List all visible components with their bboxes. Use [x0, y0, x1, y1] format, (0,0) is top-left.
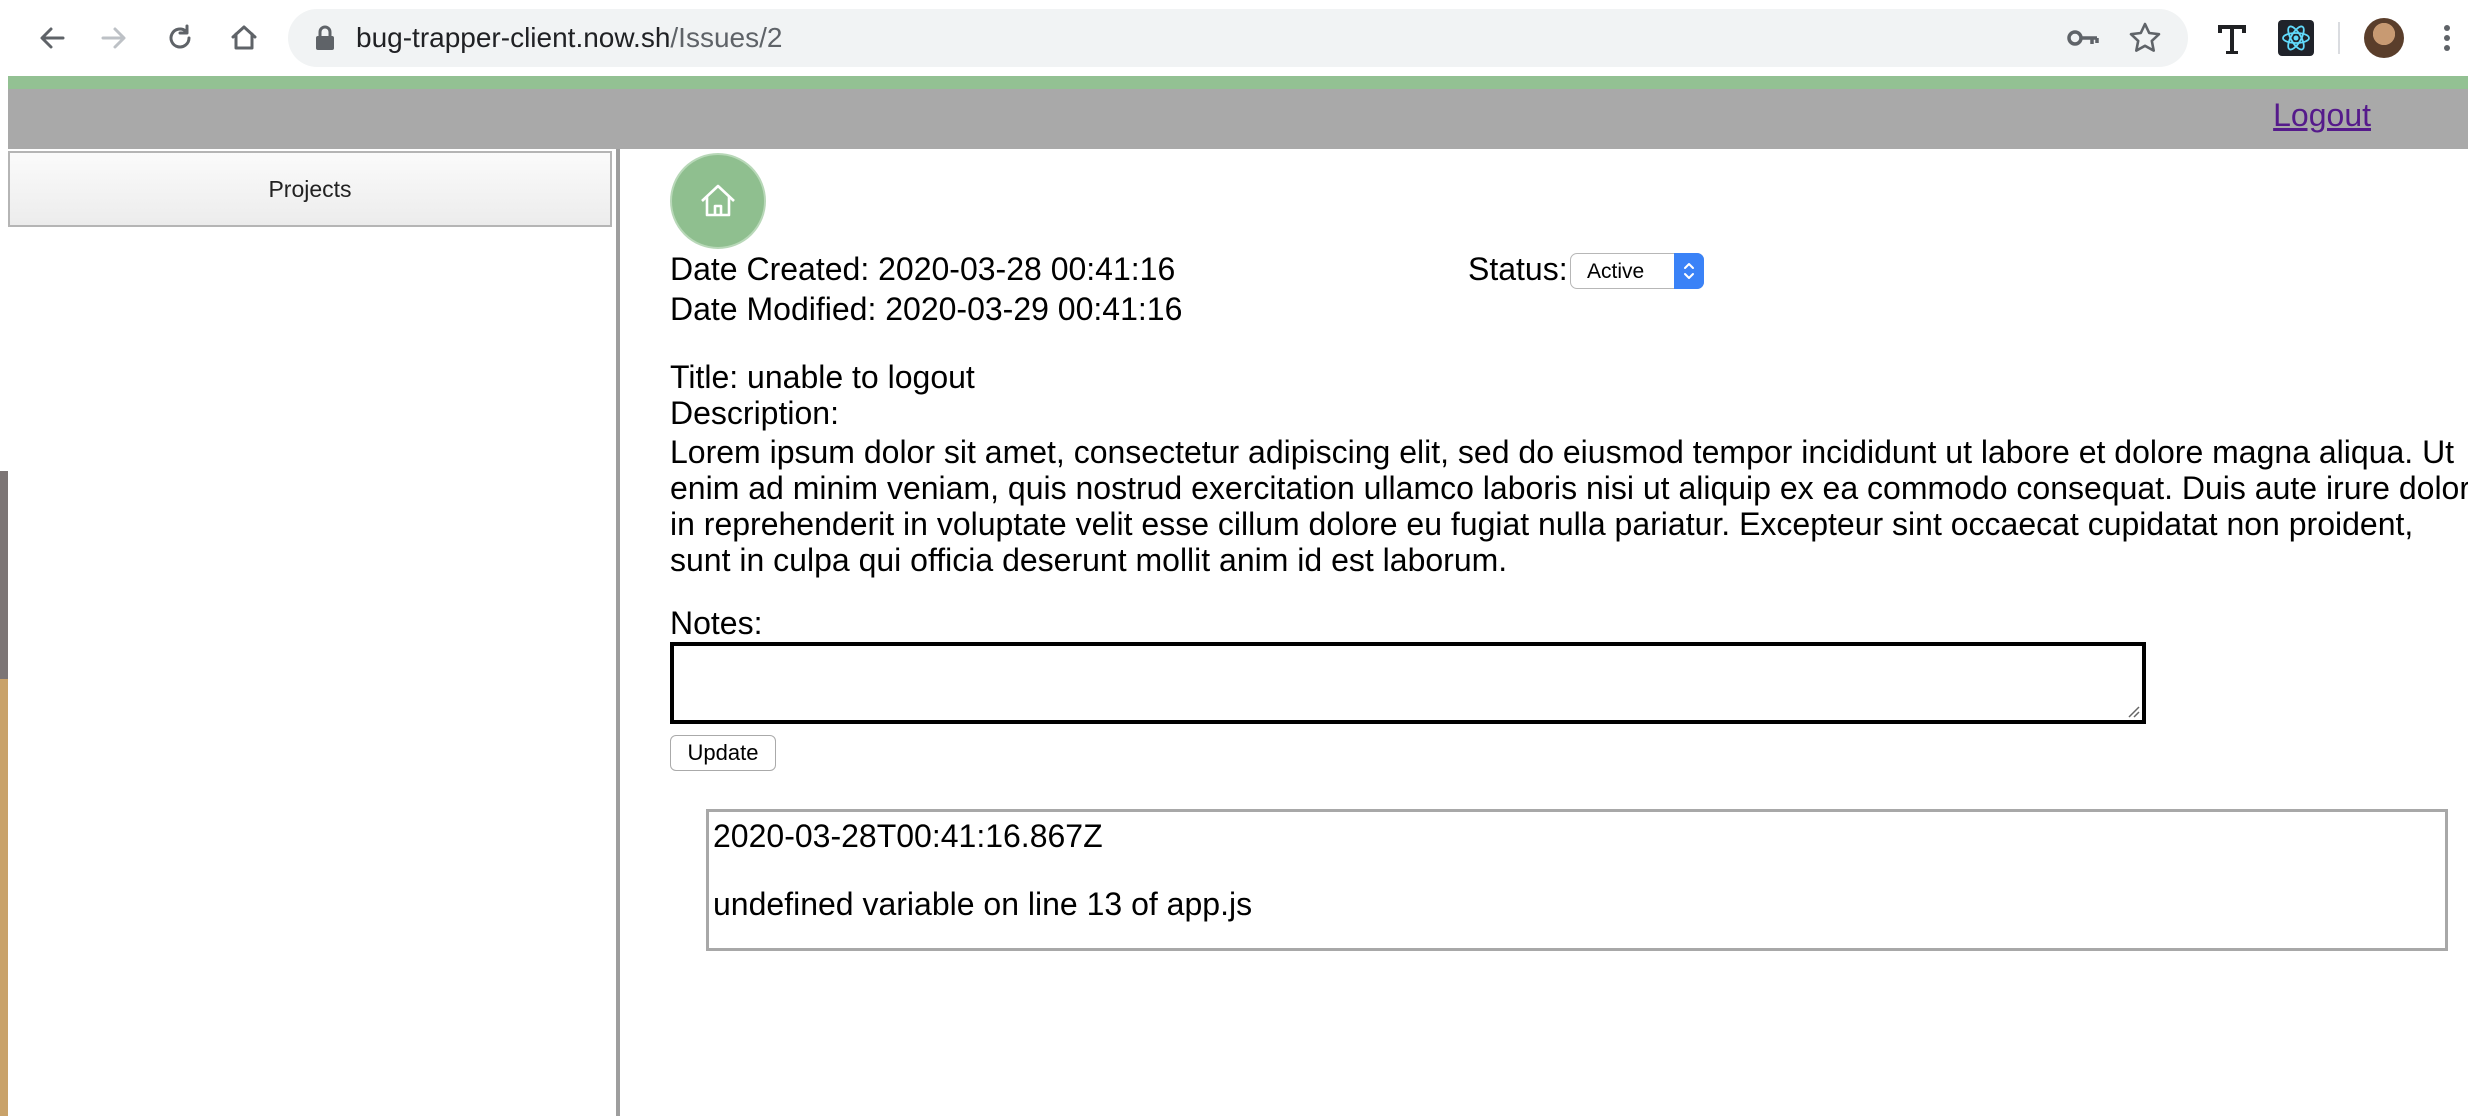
toolbar-divider	[2338, 22, 2340, 54]
house-icon	[701, 184, 735, 217]
home-icon[interactable]	[222, 16, 266, 60]
home-button[interactable]	[670, 153, 766, 249]
url-text: bug-trapper-client.now.sh/Issues/2	[356, 9, 782, 67]
description-label: Description:	[670, 395, 839, 431]
logout-link[interactable]: Logout	[2273, 97, 2371, 134]
update-button[interactable]: Update	[670, 735, 776, 771]
resize-grip-icon[interactable]	[2124, 702, 2140, 718]
date-modified: Date Modified: 2020-03-29 00:41:16	[670, 291, 1183, 327]
issue-detail: Date Created: 2020-03-28 00:41:16 Date M…	[620, 149, 2468, 1116]
desktop-background-edge	[0, 76, 8, 1116]
status-select[interactable]: Active	[1570, 253, 1704, 289]
address-bar[interactable]: bug-trapper-client.now.sh/Issues/2	[288, 9, 2188, 67]
status-label: Status:	[1468, 251, 1568, 287]
note-text: undefined variable on line 13 of app.js	[713, 886, 1253, 922]
note-card: 2020-03-28T00:41:16.867Z undefined varia…	[706, 809, 2448, 951]
issue-title: Title: unable to logout	[670, 359, 975, 395]
star-icon[interactable]	[2128, 21, 2162, 60]
notes-textarea[interactable]	[670, 642, 2146, 724]
profile-avatar[interactable]	[2364, 18, 2404, 58]
app-header: Logout	[8, 89, 2468, 149]
date-created: Date Created: 2020-03-28 00:41:16	[670, 251, 1176, 287]
url-host: bug-trapper-client.now.sh	[356, 22, 671, 53]
accent-bar	[8, 76, 2468, 89]
lock-icon	[314, 25, 336, 56]
chevron-up-down-icon	[1674, 253, 1704, 289]
url-path: /Issues/2	[670, 22, 783, 53]
notes-label: Notes:	[670, 605, 763, 641]
menu-icon[interactable]	[2432, 16, 2462, 60]
key-icon[interactable]	[2066, 23, 2100, 58]
reload-icon[interactable]	[158, 16, 202, 60]
note-timestamp: 2020-03-28T00:41:16.867Z	[713, 818, 1103, 854]
typography-extension-icon[interactable]	[2210, 16, 2254, 60]
browser-toolbar: bug-trapper-client.now.sh/Issues/2	[0, 0, 2468, 76]
issue-description: Lorem ipsum dolor sit amet, consectetur …	[670, 434, 2468, 578]
forward-icon[interactable]	[92, 16, 136, 60]
sidebar: Projects	[8, 149, 620, 1116]
react-devtools-icon[interactable]	[2274, 16, 2318, 60]
status-select-value: Active	[1587, 260, 1645, 283]
back-icon[interactable]	[30, 16, 74, 60]
projects-button[interactable]: Projects	[8, 151, 612, 227]
